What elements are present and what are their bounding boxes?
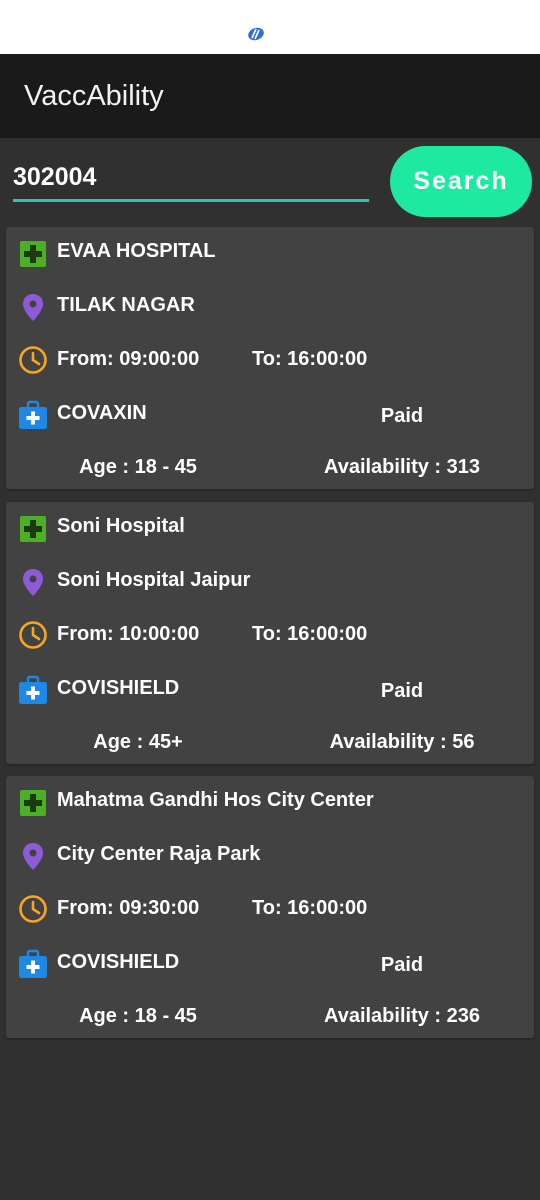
session-from-time: From: 09:00:00 [57,348,200,370]
availability-count: Availability : 313 [324,456,480,478]
clock-icon [18,894,48,924]
center-card[interactable]: EVAA HOSPITAL TILAK NAGAR From: 09:00:00 To… [6,227,534,489]
center-address: City Center Raja Park [57,843,261,865]
app-logo-icon [248,27,264,41]
hospital-cross-icon [18,788,48,818]
medical-kit-icon [18,675,48,705]
vaccine-name: COVAXIN [57,402,147,424]
clock-icon [18,345,48,375]
location-pin-icon [18,567,48,597]
medical-kit-icon [18,400,48,430]
center-address: Soni Hospital Jaipur [57,569,251,591]
session-to-time: To: 16:00:00 [252,348,368,370]
age-limit: Age : 18 - 45 [79,1005,197,1027]
center-name: EVAA HOSPITAL [57,240,216,262]
location-pin-icon [18,841,48,871]
status-bar [0,0,540,54]
center-card[interactable]: Soni Hospital Soni Hospital Jaipur From: 1… [6,502,534,764]
fee-type: Paid [380,405,424,427]
app-bar: VaccAbility [0,54,540,138]
center-name: Soni Hospital [57,515,185,537]
search-button[interactable]: Search [390,146,532,217]
vaccine-name: COVISHIELD [57,951,180,973]
center-name: Mahatma Gandhi Hos City Center [57,789,374,811]
vaccine-name: COVISHIELD [57,677,180,699]
session-from-time: From: 10:00:00 [57,623,200,645]
age-limit: Age : 18 - 45 [79,456,197,478]
hospital-cross-icon [18,239,48,269]
clock-icon [18,620,48,650]
fee-type: Paid [380,680,424,702]
session-to-time: To: 16:00:00 [252,623,368,645]
availability-count: Availability : 236 [324,1005,480,1027]
hospital-cross-icon [18,514,48,544]
app-title: VaccAbility [24,80,164,112]
fee-type: Paid [380,954,424,976]
pincode-search-input[interactable] [13,162,369,202]
session-from-time: From: 09:30:00 [57,897,200,919]
availability-count: Availability : 56 [329,731,475,753]
location-pin-icon [18,292,48,322]
center-card[interactable]: Mahatma Gandhi Hos City Center City Cente… [6,776,534,1038]
age-limit: Age : 45+ [93,731,183,753]
session-to-time: To: 16:00:00 [252,897,368,919]
medical-kit-icon [18,949,48,979]
center-address: TILAK NAGAR [57,294,195,316]
